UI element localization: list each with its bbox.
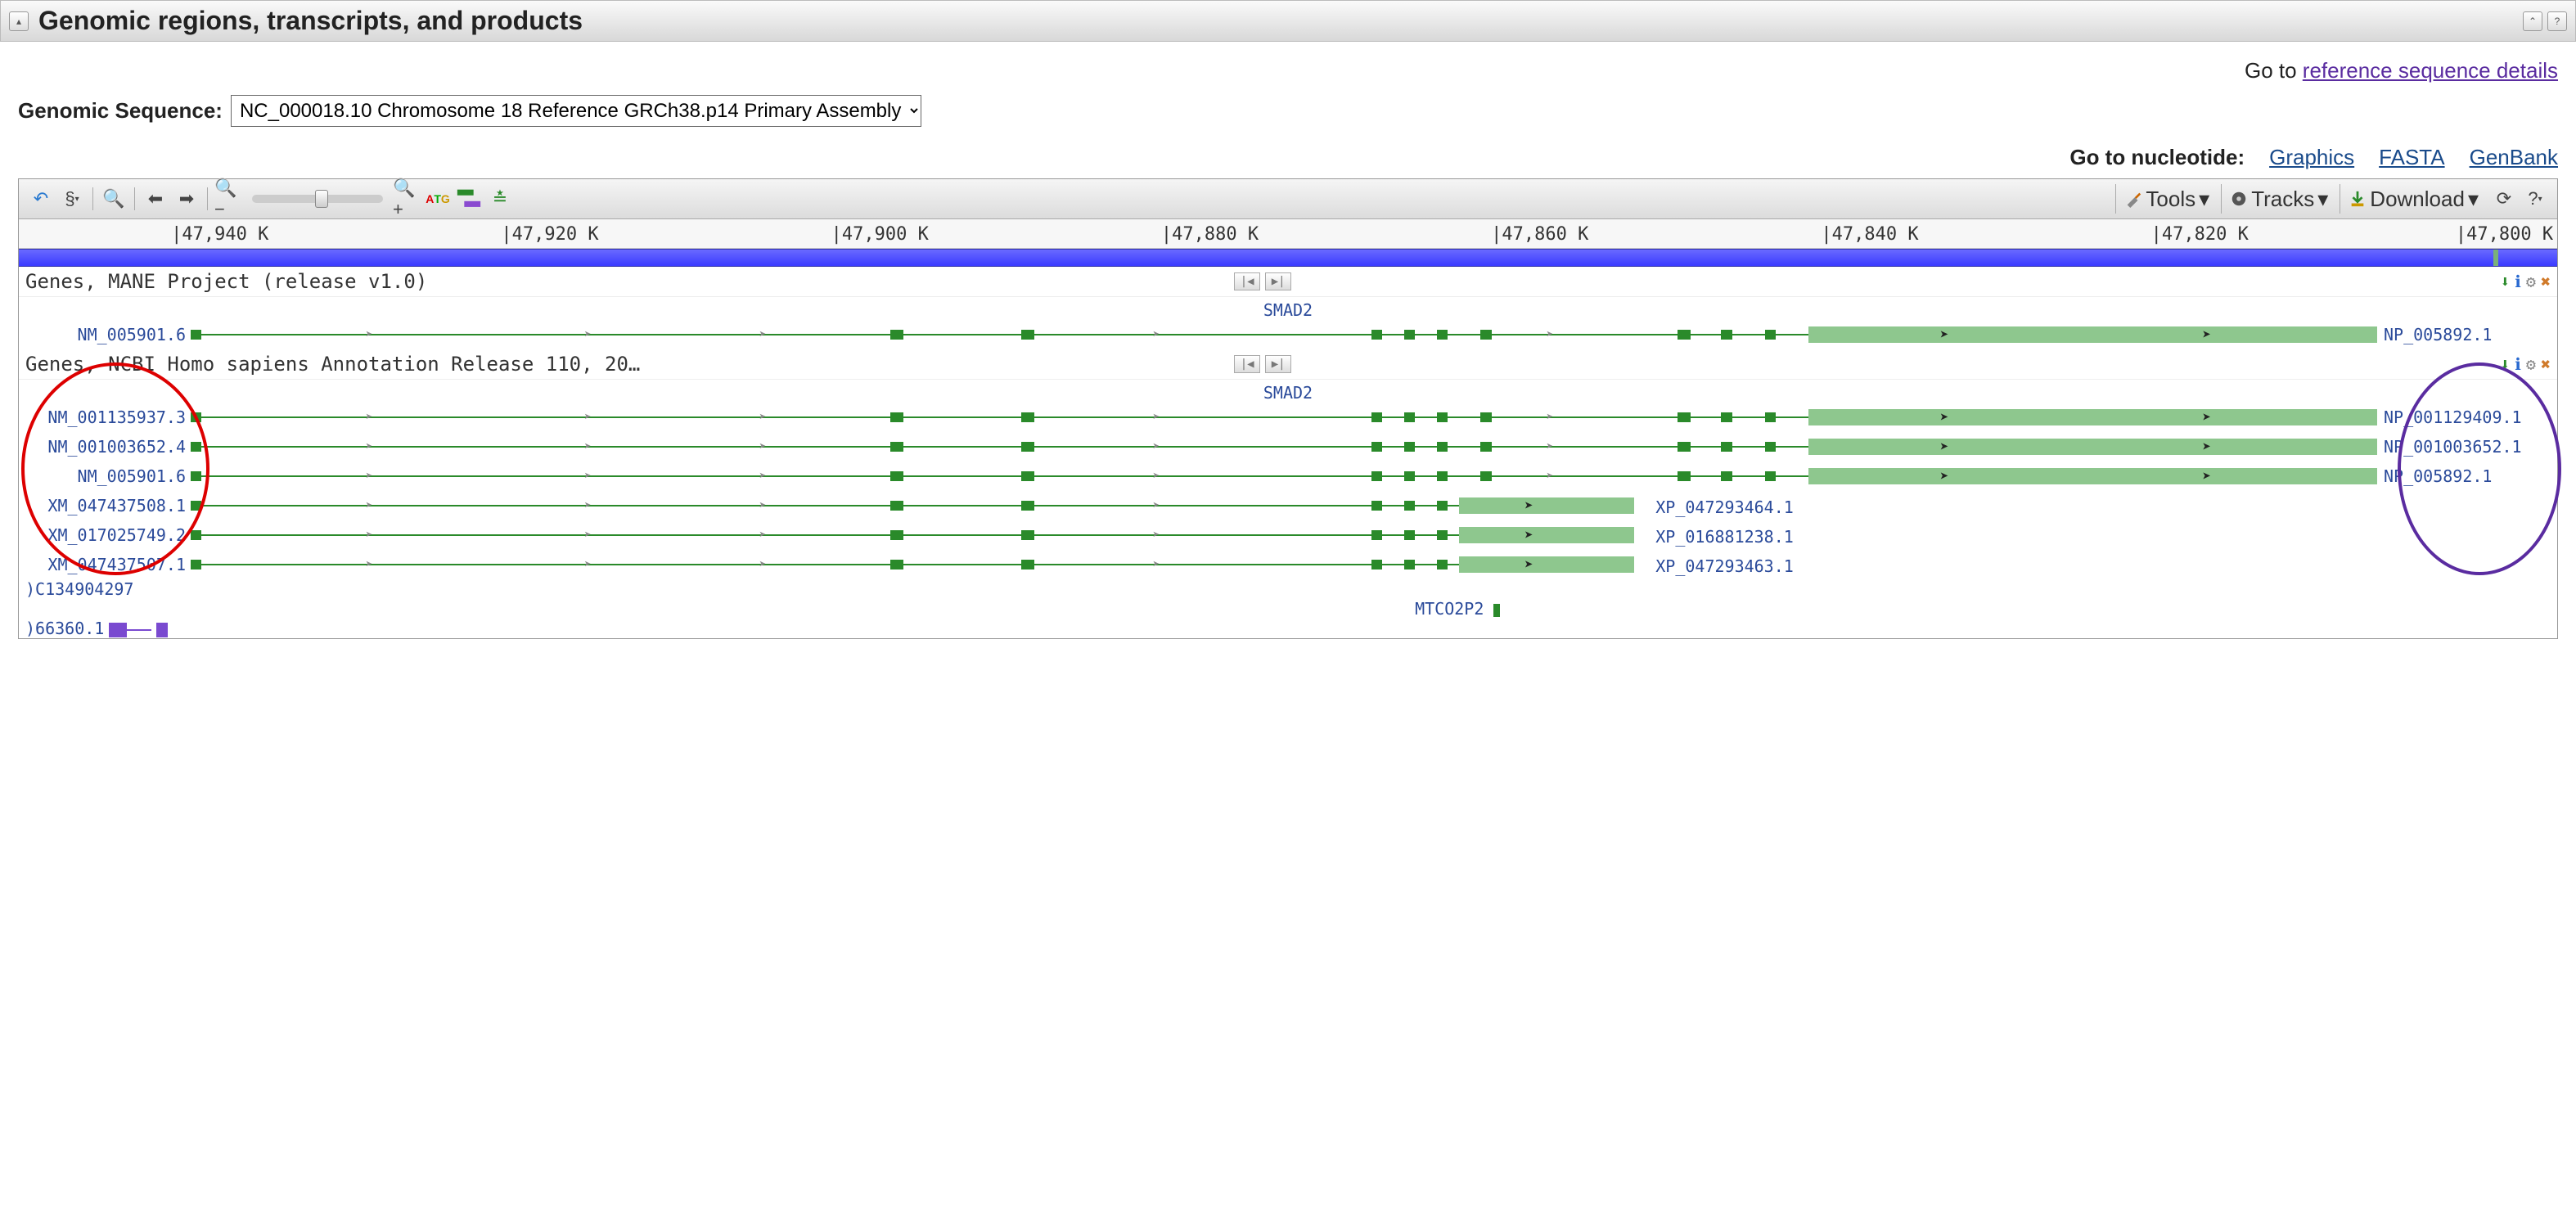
- track-next-icon[interactable]: ▶|: [1265, 272, 1291, 290]
- undo-icon[interactable]: ↶: [27, 185, 55, 213]
- transcript-accession[interactable]: NM_005901.6: [19, 466, 191, 486]
- markers-icon[interactable]: [455, 185, 483, 213]
- transcript-accession[interactable]: XM_047437508.1: [19, 496, 191, 515]
- track-info-icon[interactable]: ℹ: [2515, 354, 2521, 374]
- download-menu[interactable]: Download▾: [2340, 184, 2487, 214]
- track-prev-icon[interactable]: |◀: [1234, 272, 1260, 290]
- track-title-ncbi: Genes, NCBI Homo sapiens Annotation Rele…: [25, 353, 1232, 376]
- search-icon[interactable]: 🔍: [100, 185, 128, 213]
- genomic-sequence-select[interactable]: NC_000018.10 Chromosome 18 Reference GRC…: [231, 95, 921, 127]
- panel-title: Genomic regions, transcripts, and produc…: [38, 6, 2513, 36]
- gene-label[interactable]: SMAD2: [19, 297, 2557, 320]
- overview-bar[interactable]: [19, 249, 2557, 267]
- transcript-glyph[interactable]: ➤➤➤➤➤➤➤: [191, 468, 2377, 484]
- track-download-icon[interactable]: ⬇: [2500, 354, 2510, 374]
- protein-accession[interactable]: NP_001129409.1: [2377, 407, 2557, 427]
- transcript-accession[interactable]: XM_017025749.2: [19, 525, 191, 545]
- track-info-icon[interactable]: ℹ: [2515, 272, 2521, 291]
- gene-label[interactable]: SMAD2: [19, 380, 2557, 403]
- genbank-link[interactable]: GenBank: [2470, 145, 2558, 170]
- atg-icon[interactable]: ATG: [424, 185, 452, 213]
- fasta-link[interactable]: FASTA: [2379, 145, 2444, 170]
- history-icon[interactable]: §▾: [58, 185, 86, 213]
- transcript-glyph[interactable]: ➤➤➤ ➤➤ ➤➤: [191, 326, 2377, 343]
- pan-left-icon[interactable]: ⬅: [142, 185, 169, 213]
- graphics-link[interactable]: Graphics: [2269, 145, 2354, 170]
- protein-accession[interactable]: NP_005892.1: [2377, 466, 2557, 486]
- tools-menu[interactable]: Tools▾: [2115, 184, 2218, 214]
- collapse-toggle[interactable]: ▴: [9, 11, 29, 31]
- protein-accession[interactable]: XP_047293463.1: [1655, 556, 1794, 576]
- protein-accession[interactable]: NP_001003652.1: [2377, 437, 2557, 457]
- genomic-sequence-label: Genomic Sequence:: [18, 98, 223, 124]
- transcript-accession[interactable]: XM_047437507.1: [19, 555, 191, 574]
- transcript-glyph[interactable]: ➤➤➤➤➤XP_047293464.1: [191, 497, 2377, 514]
- transcript-glyph[interactable]: ➤➤➤➤➤XP_016881238.1: [191, 527, 2377, 543]
- track-remove-icon[interactable]: ✖: [2541, 272, 2551, 291]
- layout-icon[interactable]: ≛: [486, 185, 514, 213]
- protein-accession[interactable]: XP_016881238.1: [1655, 527, 1794, 547]
- protein-accession[interactable]: NP_005892.1: [2377, 325, 2557, 344]
- scroll-top-icon[interactable]: ⌃: [2523, 11, 2542, 31]
- tracks-menu[interactable]: Tracks▾: [2221, 184, 2336, 214]
- track-remove-icon[interactable]: ✖: [2541, 354, 2551, 374]
- transcript-glyph[interactable]: ➤➤➤➤➤➤➤: [191, 439, 2377, 455]
- locus-label[interactable]: )C134904297: [19, 579, 2557, 599]
- pan-right-icon[interactable]: ➡: [173, 185, 200, 213]
- zoom-out-icon[interactable]: 🔍−: [214, 185, 242, 213]
- reference-sequence-link[interactable]: reference sequence details: [2303, 58, 2558, 83]
- coordinate-ruler: |47,940 K |47,920 K |47,900 K |47,880 K …: [19, 219, 2557, 249]
- track-prev-icon[interactable]: |◀: [1234, 355, 1260, 373]
- viewer-help-icon[interactable]: ?▾: [2521, 185, 2549, 213]
- ref-seq-link-row: Go to reference sequence details: [18, 58, 2558, 83]
- gene-label-2[interactable]: MTCO2P2: [1415, 599, 1500, 619]
- protein-accession[interactable]: XP_047293464.1: [1655, 497, 1794, 517]
- nucleotide-label: Go to nucleotide:: [2069, 145, 2245, 170]
- track-next-icon[interactable]: ▶|: [1265, 355, 1291, 373]
- zoom-in-icon[interactable]: 🔍+: [393, 185, 421, 213]
- track-settings-icon[interactable]: ⚙: [2526, 354, 2536, 374]
- transcript-glyph[interactable]: ➤➤➤➤➤➤➤: [191, 409, 2377, 425]
- sequence-viewer: ↶ §▾ 🔍 ⬅ ➡ 🔍− 🔍+ ATG ≛ Tools▾ Tracks: [18, 178, 2558, 639]
- transcript-accession[interactable]: NM_001003652.4: [19, 437, 191, 457]
- track-download-icon[interactable]: ⬇: [2500, 272, 2510, 291]
- transcript-accession[interactable]: NM_005901.6: [19, 325, 191, 344]
- track-title-mane: Genes, MANE Project (release v1.0): [25, 270, 1232, 293]
- refresh-icon[interactable]: ⟳: [2490, 185, 2518, 213]
- transcript-accession[interactable]: NM_001135937.3: [19, 407, 191, 427]
- transcript-label[interactable]: )66360.1: [19, 619, 2557, 638]
- transcript-glyph[interactable]: ➤➤➤➤➤XP_047293463.1: [191, 556, 2377, 573]
- track-settings-icon[interactable]: ⚙: [2526, 272, 2536, 291]
- zoom-slider[interactable]: [252, 195, 383, 203]
- help-icon[interactable]: ?: [2547, 11, 2567, 31]
